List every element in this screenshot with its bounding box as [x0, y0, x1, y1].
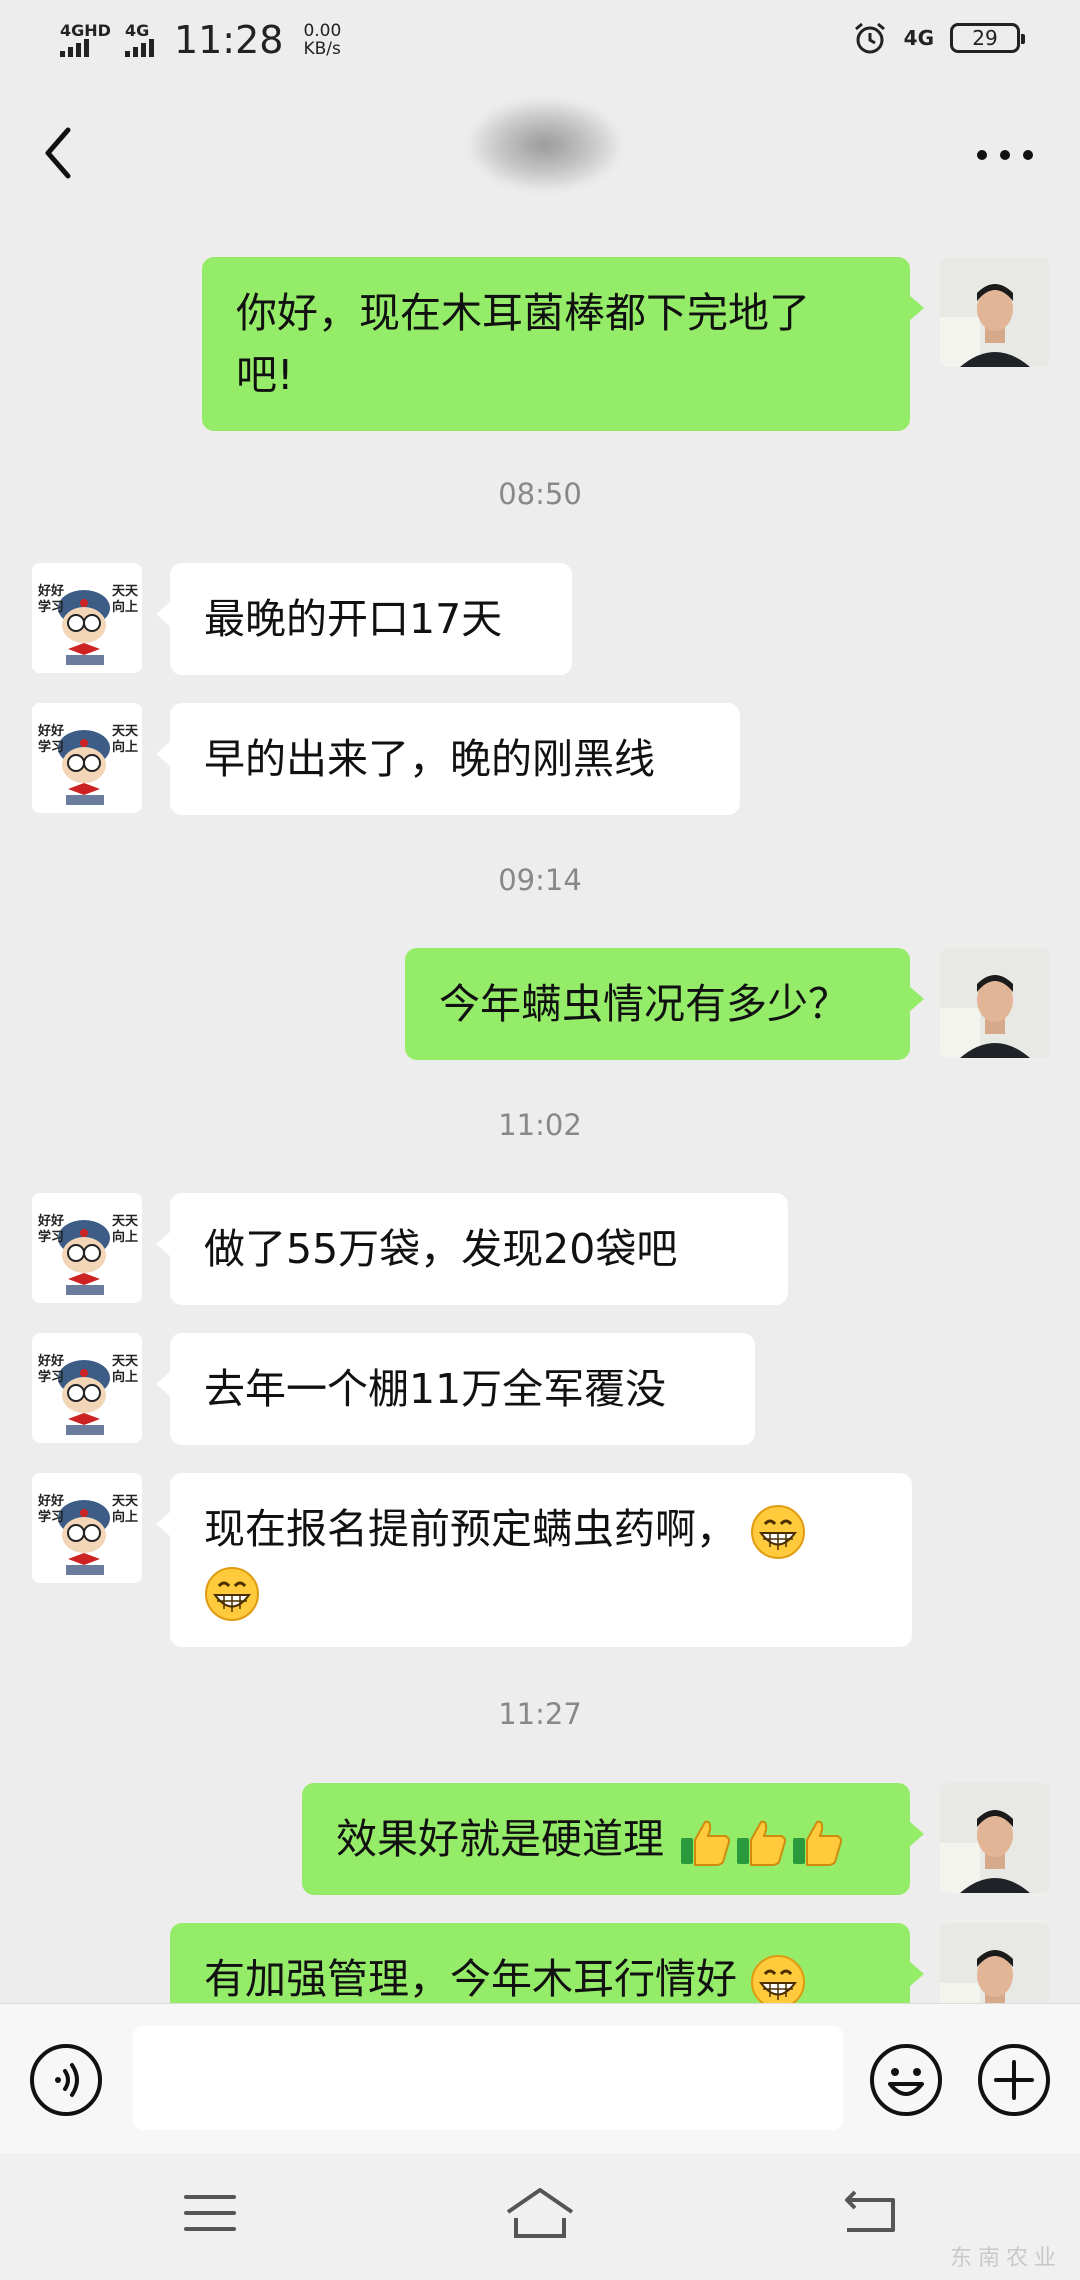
message-text: 早的出来了，晚的刚黑线	[204, 735, 655, 783]
signal-icon	[124, 39, 154, 57]
sim2-signal: 4G	[124, 21, 154, 57]
voice-icon[interactable]	[28, 2042, 104, 2118]
message-input[interactable]	[133, 2026, 843, 2130]
svg-text:好好: 好好	[37, 1493, 64, 1509]
contact-avatar[interactable]: 好好 学习 天天 向上	[32, 703, 142, 813]
sim1-signal: 4GHD	[60, 23, 111, 57]
thumbs-up-emoji-icon	[737, 1820, 787, 1866]
alarm-icon	[854, 22, 885, 54]
watermark: 东南农业	[949, 2246, 1062, 2271]
timestamp: 11:02	[498, 1108, 582, 1142]
svg-text:向上: 向上	[112, 1369, 138, 1385]
grin-emoji-icon	[205, 1567, 259, 1621]
my-avatar[interactable]	[940, 1783, 1050, 1893]
back-arrow-icon[interactable]	[30, 118, 90, 188]
message-text: 做了55万袋，发现20袋吧	[204, 1225, 678, 1273]
message-text: 现在报名提前预定螨虫药啊，	[204, 1505, 737, 1553]
svg-text:好好: 好好	[37, 1353, 64, 1369]
message-bubble-incoming[interactable]: 去年一个棚11万全军覆没	[156, 1333, 755, 1445]
svg-text:好好: 好好	[37, 723, 64, 739]
svg-text:天天: 天天	[112, 724, 139, 739]
message-bubble-outgoing[interactable]: 今年螨虫情况有多少？	[405, 948, 924, 1060]
speed-unit: KB/s	[303, 39, 341, 59]
message-text: 效果好就是硬道理	[336, 1815, 664, 1863]
message-bubble-outgoing[interactable]: 你好，现在木耳菌棒都下完地了 吧!	[202, 257, 924, 431]
my-avatar[interactable]	[940, 948, 1050, 1058]
thumbs-up-emoji-icon	[681, 1820, 731, 1866]
svg-text:学习: 学习	[38, 1229, 64, 1245]
chat-header	[0, 80, 1080, 220]
contact-avatar[interactable]: 好好 学习 天天 向上	[32, 563, 142, 673]
my-avatar[interactable]	[940, 257, 1050, 367]
input-bar	[0, 2003, 1080, 2153]
status-right: 4G 29	[852, 20, 1025, 56]
svg-text:好好: 好好	[37, 583, 64, 599]
speed-value: 0.00	[303, 21, 342, 41]
back-icon[interactable]	[835, 2178, 905, 2248]
message-bubble-incoming[interactable]: 现在报名提前预定螨虫药啊，	[156, 1473, 912, 1647]
battery-icon: 29	[950, 23, 1025, 53]
message-bubble-incoming[interactable]: 最晚的开口17天	[156, 563, 572, 675]
plus-icon[interactable]	[976, 2042, 1052, 2118]
signal-icon	[60, 39, 89, 57]
svg-text:向上: 向上	[112, 599, 138, 615]
contact-avatar[interactable]: 好好 学习 天天 向上	[32, 1193, 142, 1303]
more-options-icon[interactable]	[970, 135, 1040, 175]
battery-level: 29	[972, 26, 998, 50]
sim2-label: 4G	[124, 21, 150, 40]
timestamp: 09:14	[498, 863, 582, 897]
svg-text:好好: 好好	[37, 1213, 64, 1229]
message-text: 去年一个棚11万全军覆没	[204, 1365, 667, 1413]
system-nav-bar: 东南农业	[0, 2153, 1080, 2280]
home-icon[interactable]	[500, 2178, 580, 2248]
timestamp: 11:27	[498, 1697, 582, 1731]
svg-text:学习: 学习	[38, 599, 64, 615]
message-bubble-incoming[interactable]: 做了55万袋，发现20袋吧	[156, 1193, 788, 1305]
svg-text:向上: 向上	[112, 1509, 138, 1525]
contact-avatar[interactable]: 好好 学习 天天 向上	[32, 1333, 142, 1443]
menu-icon[interactable]	[180, 2183, 240, 2243]
message-text-line: 你好，现在木耳菌棒都下完地了	[236, 289, 810, 337]
svg-text:学习: 学习	[38, 1509, 64, 1525]
message-text: 有加强管理，今年木耳行情好	[204, 1955, 737, 2003]
clock: 11:28	[173, 18, 284, 62]
status-bar: 4GHD 4G 11:28 0.00 KB/s 4G 29	[0, 0, 1080, 80]
thumbs-up-emoji-icon	[793, 1820, 843, 1866]
sim1-label: 4GHD	[60, 21, 111, 40]
network-speed: 0.00 KB/s	[303, 22, 341, 58]
message-text: 最晚的开口17天	[204, 595, 503, 643]
svg-text:学习: 学习	[38, 1369, 64, 1385]
svg-text:天天: 天天	[112, 1494, 139, 1509]
message-text: 今年螨虫情况有多少？	[439, 980, 849, 1028]
svg-text:学习: 学习	[38, 739, 64, 755]
svg-text:天天: 天天	[112, 1214, 139, 1229]
svg-text:向上: 向上	[112, 1229, 138, 1245]
message-text-line: 吧!	[236, 351, 294, 399]
svg-text:天天: 天天	[112, 1354, 139, 1369]
message-bubble-incoming[interactable]: 早的出来了，晚的刚黑线	[156, 703, 740, 815]
contact-name-blurred	[470, 100, 620, 190]
emoji-icon[interactable]	[868, 2042, 944, 2118]
grin-emoji-icon	[751, 1505, 806, 1559]
grin-emoji-icon	[751, 1955, 806, 2009]
message-bubble-outgoing[interactable]: 效果好就是硬道理	[302, 1783, 924, 1895]
svg-text:向上: 向上	[112, 739, 138, 755]
status-left: 4GHD 4G 11:28 0.00 KB/s	[60, 18, 341, 62]
contact-avatar[interactable]: 好好 学习 天天 向上	[32, 1473, 142, 1583]
timestamp: 08:50	[498, 477, 582, 511]
svg-text:天天: 天天	[112, 584, 139, 599]
network-type: 4G	[903, 26, 934, 50]
